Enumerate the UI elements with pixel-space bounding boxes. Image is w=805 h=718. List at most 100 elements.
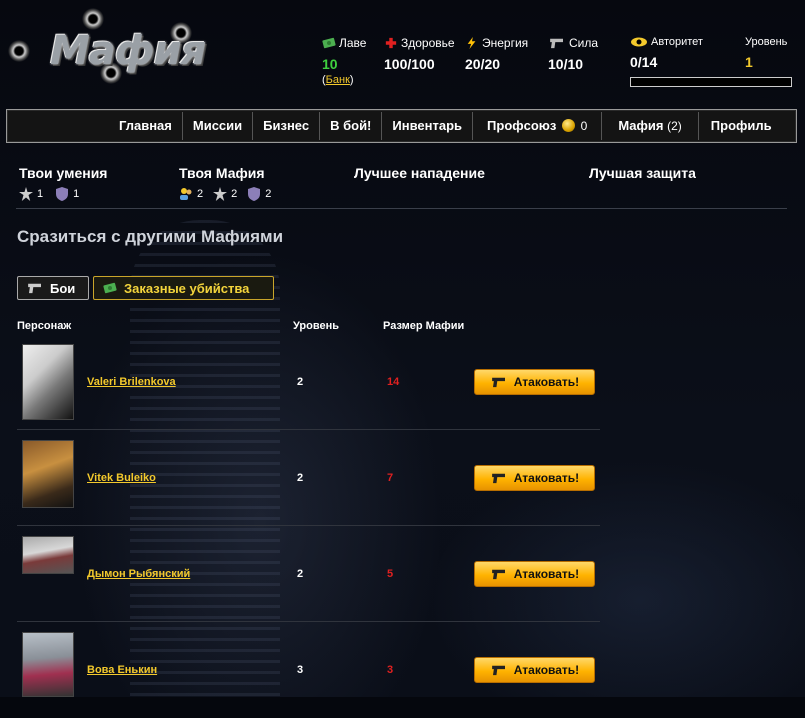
bullet-hole-icon — [82, 8, 104, 30]
coin-icon — [562, 119, 575, 132]
player-level: 2 — [297, 472, 304, 484]
nav-profile[interactable]: Профиль — [697, 112, 784, 140]
best-attack-title: Лучшее нападение — [354, 165, 485, 181]
attack-button[interactable]: Атаковать! — [474, 465, 595, 491]
energy-stat: Энергия 20/20 — [465, 36, 528, 72]
cash-stat: Лаве 10 (Банк) — [322, 36, 367, 86]
your-mafia-attack: 2 — [231, 188, 238, 200]
table-row: Vitek Buleiko 2 7 Атаковать! — [17, 430, 600, 526]
level-stat: Уровень 1 — [745, 36, 787, 70]
bullet-hole-icon — [8, 40, 30, 62]
your-skills-attack: 1 — [37, 188, 44, 200]
lightning-icon — [467, 37, 476, 49]
best-defense-title: Лучшая защита — [589, 165, 696, 181]
nav-mafia-label: Мафия — [618, 118, 664, 133]
your-skills-defense: 1 — [73, 188, 80, 200]
table-row: Вова Енькин 3 3 Атаковать! — [17, 622, 600, 718]
strength-label: Сила — [569, 36, 599, 50]
cash-value: 10 — [322, 56, 338, 72]
player-level: 2 — [297, 376, 304, 388]
authority-label: Авторитет — [651, 36, 703, 48]
main-nav: Главная Миссии Бизнес В бой! Инвентарь П… — [6, 109, 797, 143]
nav-business[interactable]: Бизнес — [252, 112, 319, 140]
divider — [16, 208, 787, 209]
shield-icon — [248, 187, 261, 201]
nav-fight[interactable]: В бой! — [319, 112, 381, 140]
column-header-level: Уровень — [293, 320, 340, 332]
nav-union[interactable]: Профсоюз 0 — [472, 112, 601, 140]
nav-union-count: 0 — [580, 119, 588, 133]
player-mafia-size: 5 — [387, 568, 394, 580]
table-row: Дымон Рыбянский 2 5 Атаковать! — [17, 526, 600, 622]
nav-mafia-count: (2) — [667, 119, 682, 133]
logo[interactable]: Мафия — [8, 8, 206, 84]
player-mafia-size: 3 — [387, 664, 394, 676]
column-header-mafia-size: Размер Мафии — [383, 320, 465, 332]
money-icon — [322, 37, 336, 49]
money-icon — [103, 282, 117, 294]
player-mafia-size: 14 — [387, 376, 400, 388]
avatar[interactable] — [22, 536, 74, 574]
strength-value: 10/10 — [548, 56, 584, 72]
player-mafia-size: 7 — [387, 472, 394, 484]
attack-star-icon — [19, 187, 33, 201]
player-name-link[interactable]: Valeri Brilenkova — [87, 376, 176, 388]
player-level: 2 — [297, 568, 304, 580]
tab-hits-label: Заказные убийства — [124, 280, 250, 296]
attack-button[interactable]: Атаковать! — [474, 369, 595, 395]
authority-stat: Авторитет 0/14 — [630, 36, 703, 70]
nav-mafia[interactable]: Мафия (2) — [601, 112, 697, 140]
pistol-icon — [491, 473, 505, 484]
pistol-icon — [550, 38, 563, 49]
nav-missions[interactable]: Миссии — [181, 112, 252, 140]
column-header-character: Персонаж — [17, 320, 72, 332]
tab-fights-label: Бои — [50, 280, 76, 296]
your-mafia-defense: 2 — [265, 188, 272, 200]
section-title: Сразиться с другими Мафиями — [17, 227, 284, 246]
best-attack: Лучшее нападение — [354, 165, 485, 181]
red-cross-icon — [385, 37, 397, 49]
nav-inventory[interactable]: Инвентарь — [381, 112, 472, 140]
health-label: Здоровье — [401, 36, 455, 50]
energy-label: Энергия — [482, 36, 529, 50]
eye-icon — [631, 37, 647, 47]
people-icon — [180, 188, 192, 200]
player-name-link[interactable]: Дымон Рыбянский — [87, 568, 190, 580]
authority-value: 0/14 — [630, 54, 658, 70]
best-defense: Лучшая защита — [589, 165, 696, 181]
attack-button[interactable]: Атаковать! — [474, 561, 595, 587]
energy-value: 20/20 — [465, 56, 501, 72]
nav-home[interactable]: Главная — [109, 112, 182, 140]
pistol-icon — [28, 283, 41, 294]
strength-stat: Сила 10/10 — [548, 36, 598, 72]
level-label: Уровень — [745, 36, 788, 48]
attack-star-icon — [213, 187, 228, 201]
bank-link[interactable]: Банк — [326, 74, 350, 86]
shield-icon — [56, 187, 69, 201]
nav-union-label: Профсоюз — [487, 118, 557, 133]
avatar[interactable] — [22, 344, 74, 420]
your-skills: Твои умения 1 1 — [19, 165, 107, 201]
pistol-icon — [491, 665, 505, 676]
your-mafia-members: 2 — [197, 188, 204, 200]
your-skills-title: Твои умения — [19, 165, 108, 181]
avatar[interactable] — [22, 632, 74, 697]
logo-text: Мафия — [50, 28, 206, 74]
player-name-link[interactable]: Vitek Buleiko — [87, 472, 156, 484]
authority-progress-bar — [630, 77, 792, 87]
cash-label: Лаве — [339, 36, 367, 50]
your-mafia-title: Твоя Мафия — [179, 165, 265, 181]
table-row: Valeri Brilenkova 2 14 Атаковать! — [17, 334, 600, 430]
health-value: 100/100 — [384, 56, 435, 72]
tab-fights[interactable]: Бои — [17, 276, 89, 300]
your-mafia: Твоя Мафия 2 2 2 — [179, 165, 271, 201]
player-name-link[interactable]: Вова Енькин — [87, 664, 157, 676]
pistol-icon — [491, 377, 505, 388]
player-level: 3 — [297, 664, 304, 676]
level-value: 1 — [745, 54, 753, 70]
attack-button[interactable]: Атаковать! — [474, 657, 595, 683]
avatar[interactable] — [22, 440, 74, 508]
tab-hits[interactable]: Заказные убийства — [93, 276, 274, 300]
pistol-icon — [491, 569, 505, 580]
health-stat: Здоровье 100/100 — [384, 36, 455, 72]
